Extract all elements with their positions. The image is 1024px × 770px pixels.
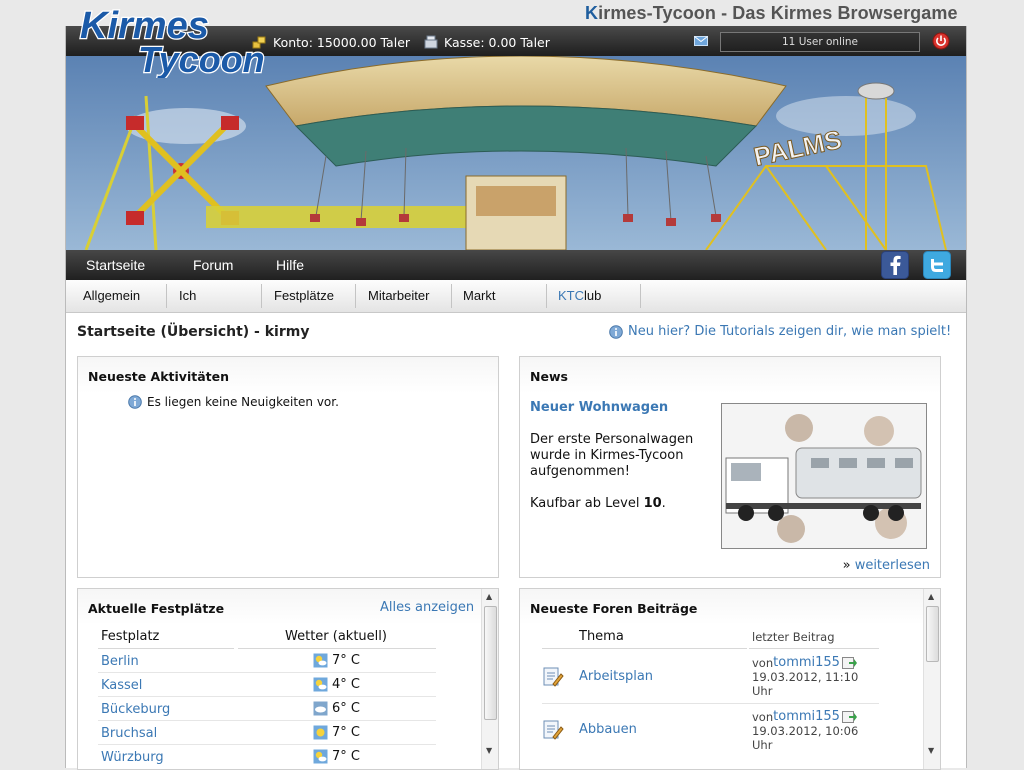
forum-panel: Neueste Foren Beiträge Thema letzter Bei… [519,588,941,770]
forum-post-row: Arbeitsplan von tommi155 19.03.2012, 11:… [542,649,879,704]
document-pen-icon [543,667,564,687]
main-nav: Startseite Forum Hilfe [66,250,966,280]
show-all-link[interactable]: Alles anzeigen [380,600,474,615]
tab-allgemein[interactable]: Allgemein [83,280,140,312]
forum-topic-link[interactable]: Arbeitsplan [579,669,653,684]
site-title: Kirmes-Tycoon - Das Kirmes Browsergame [585,3,958,23]
scroll-thumb[interactable] [484,606,497,720]
sun-cloud-icon [313,749,328,764]
users-online[interactable]: 11 User online [720,32,920,52]
festplatz-link[interactable]: Würzburg [101,750,164,765]
weather-cell: 7° C [313,653,360,668]
tab-markt[interactable]: Markt [463,280,496,312]
tab-ich[interactable]: Ich [179,280,196,312]
weather-cell: 4° C [313,677,360,692]
facebook-icon[interactable] [881,251,909,279]
tab-separator [451,284,452,308]
weather-cell: 7° C [313,749,360,764]
festplaetze-list: Berlin 7° C Kassel 4° C Bückeburg 6° C B… [98,649,436,768]
col-festplatz-header: Festplatz [101,629,160,644]
tab-festplaetze[interactable]: Festplätze [274,280,334,312]
main-frame: Konto: 15000.00 Taler Kasse: 0.00 Taler … [65,4,967,770]
festplatz-link[interactable]: Bückeburg [101,702,170,717]
read-more-link[interactable]: weiterlesen [855,558,930,573]
weather-cell: 7° C [313,725,360,740]
news-body: Der erste Personalwagen wurde in Kirmes-… [530,432,694,479]
tab-separator [166,284,167,308]
go-to-post-icon[interactable] [841,655,857,670]
last-post-info: von tommi155 19.03.2012, 11:10 Uhr [752,654,859,698]
activities-empty-message: Es liegen keine Neuigkeiten vor. [128,395,339,409]
forum-user-link[interactable]: tommi155 [773,655,840,670]
page-title: Startseite (Übersicht) - kirmy [77,324,310,340]
news-headline-link[interactable]: Neuer Wohnwagen [530,400,668,415]
tab-separator [355,284,356,308]
festplaetze-scrollbar[interactable]: ▲ ▼ [481,589,498,769]
cloud-icon [313,701,328,716]
info-icon [128,395,142,409]
tab-separator [261,284,262,308]
news-title: News [530,369,568,384]
table-row: Berlin 7° C [98,649,436,673]
konto-text: Konto: 15000.00 Taler [273,34,411,50]
kirmes-tycoon-logo[interactable]: Kirmes Tycoon [76,0,276,78]
tutorial-link-text: Neu hier? Die Tutorials zeigen dir, wie … [628,324,952,339]
weather-cell: 6° C [313,701,360,716]
tab-mitarbeiter[interactable]: Mitarbeiter [368,280,429,312]
sub-nav: Allgemein Ich Festplätze Mitarbeiter Mar… [66,280,966,313]
festplaetze-title: Aktuelle Festplätze [88,601,225,616]
mail-icon[interactable] [694,36,708,46]
scroll-thumb[interactable] [926,606,939,662]
forum-topic-link[interactable]: Abbauen [579,722,637,737]
kasse-balance: Kasse: 0.00 Taler [423,34,550,50]
kasse-text: Kasse: 0.00 Taler [444,34,550,50]
scroll-up-arrow-icon[interactable]: ▲ [486,592,492,601]
scroll-down-arrow-icon[interactable]: ▼ [928,746,934,755]
activities-title: Neueste Aktivitäten [88,369,230,384]
scroll-up-arrow-icon[interactable]: ▲ [928,592,934,601]
sun-cloud-icon [313,677,328,692]
news-panel: News Neuer Wohnwagen Der erste Personalw… [519,356,941,578]
festplatz-link[interactable]: Berlin [101,654,139,669]
news-read-more: » weiterlesen [842,558,930,573]
document-pen-icon [543,720,564,740]
festplaetze-panel: Aktuelle Festplätze Alles anzeigen Festp… [77,588,499,770]
news-level-info: Kaufbar ab Level 10. [530,496,666,511]
table-row: Würzburg 7° C [98,745,436,768]
tab-separator [546,284,547,308]
forum-post-row: Abbauen von tommi155 19.03.2012, 10:06 U… [542,704,879,764]
tutorial-link[interactable]: Neu hier? Die Tutorials zeigen dir, wie … [609,324,951,339]
festplatz-link[interactable]: Kassel [101,678,142,693]
last-post-info: von tommi155 19.03.2012, 10:06 Uhr [752,708,859,752]
activities-panel: Neueste Aktivitäten Es liegen keine Neui… [77,356,499,578]
nav-startseite[interactable]: Startseite [86,257,145,273]
forum-scrollbar[interactable]: ▲ ▼ [923,589,940,769]
nav-hilfe[interactable]: Hilfe [276,257,304,273]
scroll-down-arrow-icon[interactable]: ▼ [486,746,492,755]
col-topic-header: Thema [579,629,624,644]
table-row: Kassel 4° C [98,673,436,697]
col-last-post-header: letzter Beitrag [752,630,835,644]
forum-user-link[interactable]: tommi155 [773,709,840,724]
info-icon [609,324,623,339]
col-weather-header: Wetter (aktuell) [285,629,387,644]
nav-forum[interactable]: Forum [193,257,233,273]
header-banner-image: PALMS [66,56,966,250]
sun-cloud-icon [313,653,328,668]
forum-title: Neueste Foren Beiträge [530,601,698,616]
news-trailer-image[interactable] [721,403,927,549]
table-row: Bruchsal 7° C [98,721,436,745]
go-to-post-icon[interactable] [841,709,857,724]
tab-ktclub[interactable]: KTClub [558,280,601,312]
sun-icon [313,725,328,740]
twitter-icon[interactable] [923,251,951,279]
table-row: Bückeburg 6° C [98,697,436,721]
festplatz-link[interactable]: Bruchsal [101,726,157,741]
cash-register-icon [424,35,438,49]
news-header [520,357,940,393]
tab-separator [640,284,641,308]
logo-text-tycoon: Tycoon [138,39,265,78]
logout-power-icon[interactable] [932,32,950,50]
